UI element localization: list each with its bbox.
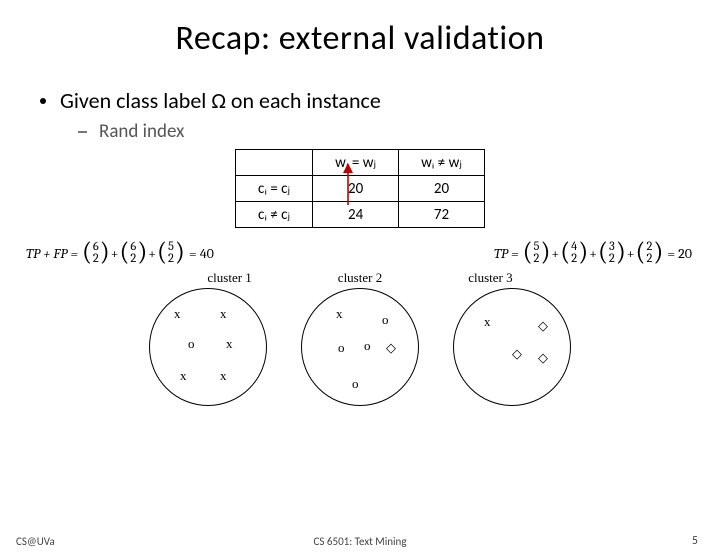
- table-header-wi-ne-wj: wᵢ ≠ wⱼ: [399, 150, 485, 176]
- cluster-point: x: [180, 369, 187, 382]
- cluster-point: o: [338, 341, 345, 354]
- cluster-point: x: [226, 337, 233, 350]
- cluster-2-circle: xooo◇o: [301, 288, 419, 406]
- bullet-dot-icon: [40, 98, 46, 104]
- cluster-diagram: xxoxxx xooo◇o x◇◇◇: [0, 288, 720, 406]
- slide-title: Recap: external validation: [0, 18, 720, 59]
- cluster-point: x: [220, 369, 227, 382]
- formula-row: TP + FP = (62) + (62) + (52) = 40 TP = (…: [0, 242, 720, 266]
- contingency-table-wrap: wᵢ = wⱼ wᵢ ≠ wⱼ cᵢ = cⱼ 20 20 cᵢ ≠ cⱼ 24…: [0, 149, 720, 228]
- footer-left: CS@UVa: [16, 535, 55, 548]
- bullet-2-text: Rand index: [99, 120, 184, 143]
- table-header-wi-eq-wj: wᵢ = wⱼ: [313, 150, 399, 176]
- cluster-point: o: [382, 313, 389, 326]
- formula-right-result: = 20: [667, 245, 692, 262]
- cluster-point: x: [484, 315, 491, 328]
- formula-right-prefix: TP =: [494, 245, 519, 262]
- bullet-1-text: Given class label Ω on each instance: [60, 87, 381, 114]
- table-cell-12: 20: [399, 176, 485, 202]
- formula-tp: TP = (52) + (42) + (32) + (22) = 20: [494, 242, 692, 266]
- table-cell-22: 72: [399, 202, 485, 228]
- cluster-1-label: cluster 1: [207, 270, 251, 286]
- formula-tp-plus-fp: TP + FP = (62) + (62) + (52) = 40: [26, 242, 214, 266]
- bullet-level-1: Given class label Ω on each instance: [40, 87, 720, 114]
- cluster-point: x: [336, 307, 343, 320]
- cluster-labels-row: cluster 1 cluster 2 cluster 3: [0, 270, 720, 286]
- cluster-1-circle: x x o x x x: [149, 288, 267, 406]
- footer-center: CS 6501: Text Mining: [314, 535, 407, 548]
- table-cell-11: 20: [313, 176, 399, 202]
- slide-number: 5: [692, 534, 698, 548]
- table-cell-21: 24: [313, 202, 399, 228]
- contingency-table: wᵢ = wⱼ wᵢ ≠ wⱼ cᵢ = cⱼ 20 20 cᵢ ≠ cⱼ 24…: [235, 149, 485, 228]
- cluster-point: ◇: [538, 351, 548, 364]
- cluster-2-label: cluster 2: [338, 270, 382, 286]
- table-header-empty: [235, 150, 312, 176]
- cluster-point: o: [352, 377, 359, 390]
- bullet-level-2: Rand index: [78, 120, 720, 143]
- cluster-point: ◇: [538, 319, 548, 332]
- cluster-3-label: cluster 3: [468, 270, 512, 286]
- cluster-point: x: [220, 307, 227, 320]
- table-row-ci-ne-cj: cᵢ ≠ cⱼ: [235, 202, 312, 228]
- cluster-point: o: [364, 339, 371, 352]
- formula-left-prefix: TP + FP =: [26, 245, 78, 262]
- cluster-point: ◇: [386, 341, 396, 354]
- cluster-3-circle: x ◇ ◇ ◇: [453, 288, 571, 406]
- cluster-point: ◇: [512, 347, 522, 360]
- bullet-dash-icon: [78, 131, 87, 133]
- cluster-point: x: [174, 307, 181, 320]
- formula-left-result: = 40: [189, 245, 214, 262]
- cluster-point: o: [188, 337, 195, 350]
- table-row-ci-eq-cj: cᵢ = cⱼ: [235, 176, 312, 202]
- bullet-list: Given class label Ω on each instance Ran…: [40, 87, 720, 143]
